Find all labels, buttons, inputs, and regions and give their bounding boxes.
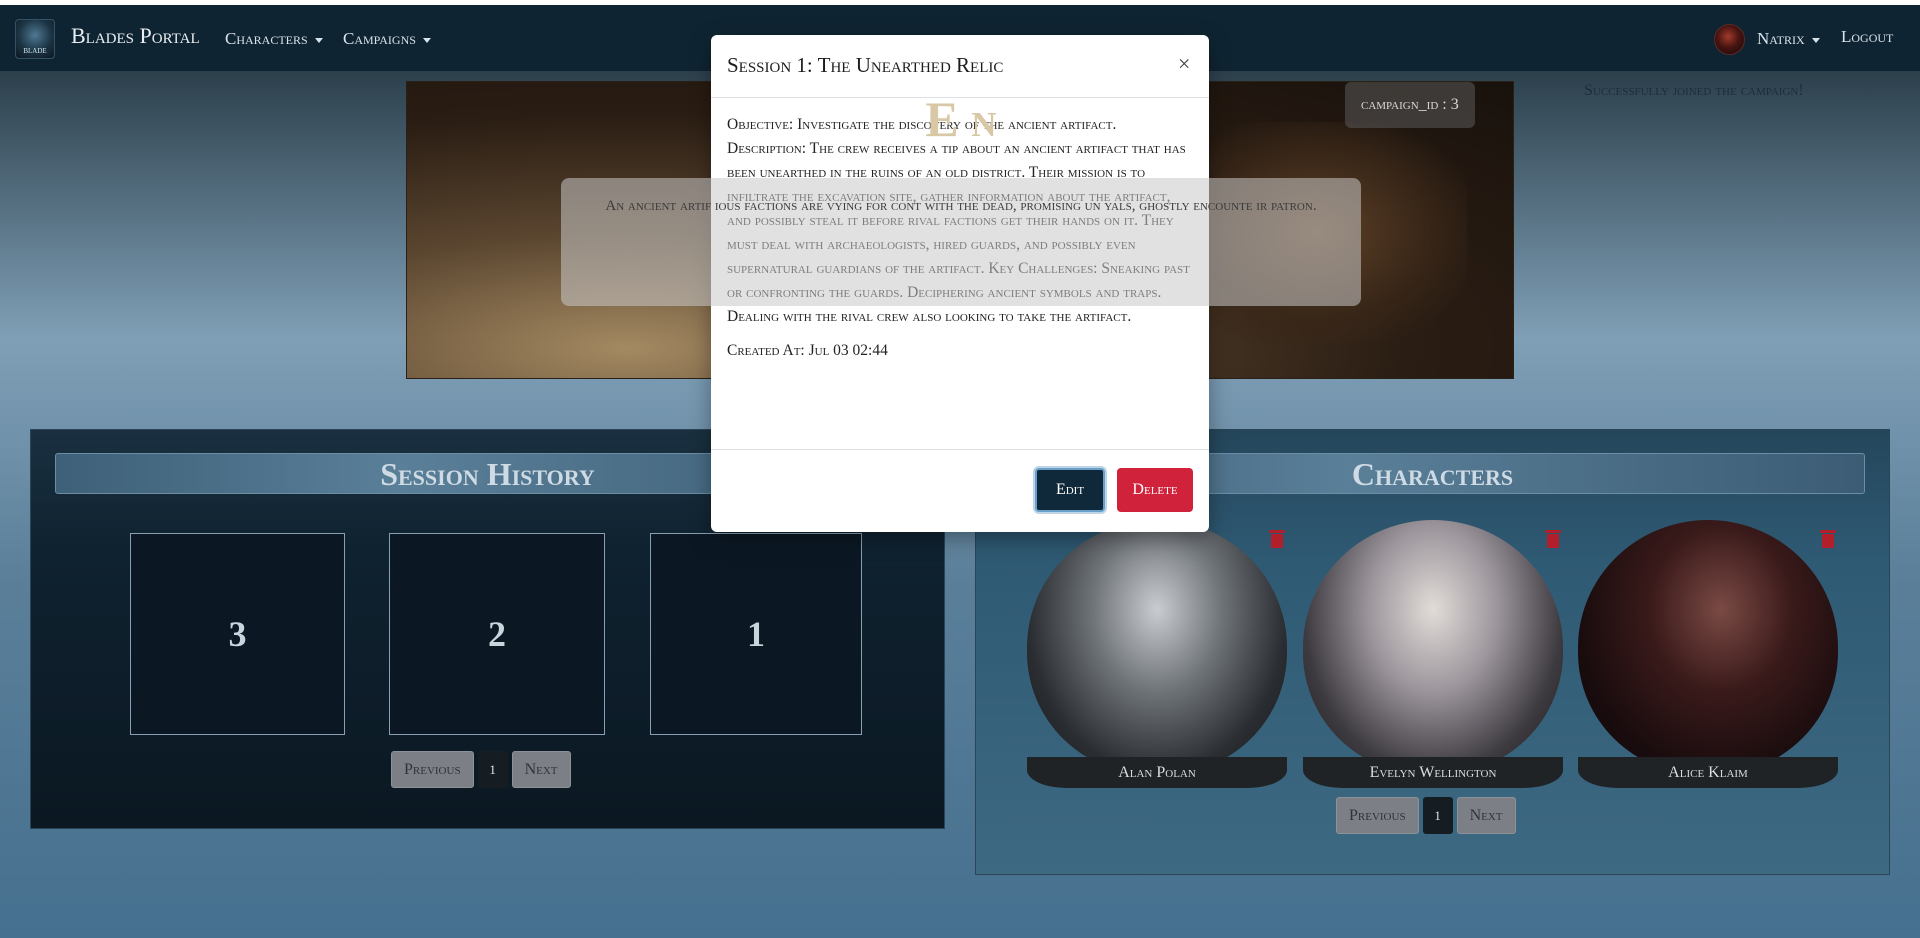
- modal-title: Session 1: The Unearthed Relic: [727, 53, 1004, 77]
- modal-footer: Edit Delete: [711, 449, 1209, 532]
- campaign-id-badge: campaign_id : 3: [1345, 82, 1475, 128]
- edit-button[interactable]: Edit: [1035, 468, 1105, 512]
- campaign-description: An ancient artif ious factions are vying…: [561, 178, 1361, 306]
- modal-header: Session 1: The Unearthed Relic ×: [711, 35, 1209, 98]
- close-icon[interactable]: ×: [1178, 51, 1190, 77]
- session-created-at: Created At: Jul 03 02:44: [727, 342, 888, 359]
- delete-button[interactable]: Delete: [1117, 468, 1193, 512]
